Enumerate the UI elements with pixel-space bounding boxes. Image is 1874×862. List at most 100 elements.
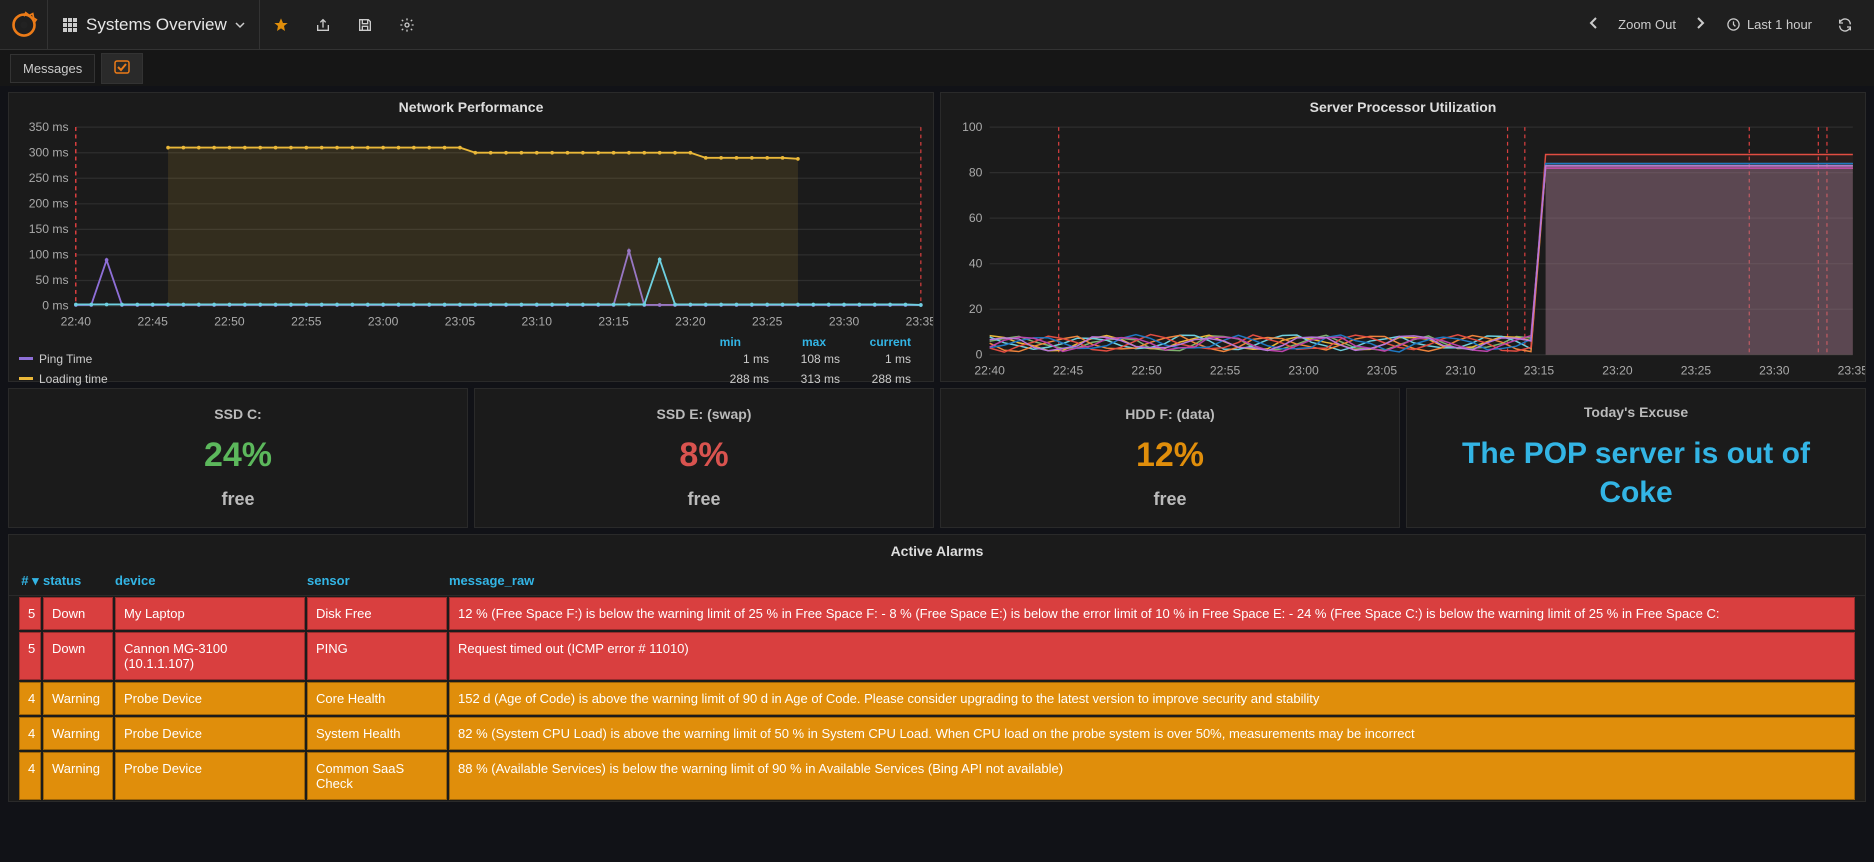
col-message[interactable]: message_raw [449, 573, 1855, 589]
alarm-priority: 5 [19, 632, 41, 680]
alarm-row[interactable]: 5 Down Cannon MG-3100 (10.1.1.107) PING … [9, 631, 1865, 681]
stat-title: HDD F: (data) [1125, 406, 1214, 422]
svg-text:150 ms: 150 ms [29, 222, 69, 236]
svg-text:23:00: 23:00 [368, 315, 399, 329]
svg-text:23:30: 23:30 [1759, 363, 1790, 377]
alarm-table-header: # ▾ status device sensor message_raw [9, 567, 1865, 596]
alarm-title: Active Alarms [9, 535, 1865, 567]
excuse-title: Today's Excuse [1584, 404, 1688, 420]
alarm-device: Probe Device [115, 752, 305, 800]
svg-text:23:20: 23:20 [675, 315, 706, 329]
svg-text:100 ms: 100 ms [29, 248, 69, 262]
stat-title: SSD E: (swap) [657, 406, 752, 422]
row-tabs: Messages [0, 50, 1874, 86]
alarm-status: Warning [43, 682, 113, 715]
settings-icon[interactable] [386, 0, 428, 50]
svg-text:300 ms: 300 ms [29, 145, 69, 159]
stat-panel[interactable]: SSD E: (swap) 8% free [474, 388, 934, 528]
col-device[interactable]: device [115, 573, 305, 589]
svg-text:60: 60 [969, 211, 983, 225]
alarm-sensor: System Health [307, 717, 447, 750]
alarm-sensor: Core Health [307, 682, 447, 715]
dashboard-title: Systems Overview [86, 15, 227, 35]
svg-text:100: 100 [962, 121, 982, 134]
alarm-status: Warning [43, 752, 113, 800]
checkbox-checked-icon [114, 60, 130, 74]
svg-text:23:05: 23:05 [445, 315, 476, 329]
alarm-sensor: Common SaaS Check [307, 752, 447, 800]
stat-panel[interactable]: HDD F: (data) 12% free [940, 388, 1400, 528]
svg-text:20: 20 [969, 302, 983, 316]
svg-text:22:40: 22:40 [61, 315, 92, 329]
alarm-sensor: Disk Free [307, 597, 447, 630]
grafana-logo[interactable] [0, 0, 48, 50]
alarm-message: 88 % (Available Services) is below the w… [449, 752, 1855, 800]
stat-panel[interactable]: SSD C: 24% free [8, 388, 468, 528]
alarm-priority: 4 [19, 682, 41, 715]
svg-text:23:15: 23:15 [1524, 363, 1555, 377]
svg-text:22:50: 22:50 [1131, 363, 1162, 377]
star-icon[interactable] [260, 0, 302, 50]
time-forward-button[interactable] [1686, 11, 1714, 38]
legend-item[interactable]: Loading time 288 ms313 ms288 ms [19, 369, 923, 389]
alarm-device: Probe Device [115, 717, 305, 750]
alarm-message: 82 % (System CPU Load) is above the warn… [449, 717, 1855, 750]
svg-text:23:30: 23:30 [829, 315, 860, 329]
share-icon[interactable] [302, 0, 344, 50]
svg-text:80: 80 [969, 165, 983, 179]
panel-active-alarms: Active Alarms # ▾ status device sensor m… [8, 534, 1866, 802]
svg-text:23:00: 23:00 [1288, 363, 1319, 377]
svg-text:23:25: 23:25 [752, 315, 783, 329]
col-sensor[interactable]: sensor [307, 573, 447, 589]
zoom-out-button[interactable]: Zoom Out [1610, 11, 1684, 38]
alarm-row[interactable]: 4 Warning Probe Device Common SaaS Check… [9, 751, 1865, 801]
stat-title: SSD C: [214, 406, 261, 422]
col-num[interactable]: # ▾ [19, 573, 41, 589]
time-range-picker[interactable]: Last 1 hour [1716, 17, 1822, 32]
stat-sub: free [1153, 489, 1186, 510]
svg-text:23:35: 23:35 [1838, 363, 1865, 377]
chart-body[interactable]: 02040608010022:4022:4522:5022:5523:0023:… [941, 121, 1865, 379]
stat-sub: free [221, 489, 254, 510]
time-back-button[interactable] [1580, 11, 1608, 38]
alarm-status: Warning [43, 717, 113, 750]
svg-text:23:10: 23:10 [1445, 363, 1476, 377]
svg-text:250 ms: 250 ms [29, 171, 69, 185]
svg-text:23:05: 23:05 [1367, 363, 1398, 377]
svg-text:23:15: 23:15 [598, 315, 629, 329]
alarm-message: Request timed out (ICMP error # 11010) [449, 632, 1855, 680]
col-status[interactable]: status [43, 573, 113, 589]
caret-down-icon [235, 20, 245, 30]
chart-body[interactable]: 0 ms50 ms100 ms150 ms200 ms250 ms300 ms3… [9, 121, 933, 331]
dashboard-picker[interactable]: Systems Overview [48, 0, 260, 50]
alarm-row[interactable]: 5 Down My Laptop Disk Free 12 % (Free Sp… [9, 596, 1865, 631]
alarm-status: Down [43, 597, 113, 630]
tab-messages[interactable]: Messages [10, 54, 95, 83]
save-icon[interactable] [344, 0, 386, 50]
refresh-icon[interactable] [1824, 0, 1866, 50]
svg-text:0 ms: 0 ms [42, 299, 68, 313]
stat-value: 24% [204, 436, 272, 475]
alarm-row[interactable]: 4 Warning Probe Device System Health 82 … [9, 716, 1865, 751]
chart-title: Server Processor Utilization [941, 93, 1865, 121]
svg-text:23:10: 23:10 [522, 315, 553, 329]
panel-network-performance[interactable]: Network Performance 0 ms50 ms100 ms150 m… [8, 92, 934, 382]
alarm-message: 12 % (Free Space F:) is below the warnin… [449, 597, 1855, 630]
tab-checked[interactable] [101, 53, 143, 84]
svg-text:50 ms: 50 ms [35, 273, 68, 287]
alarm-priority: 4 [19, 717, 41, 750]
alarm-priority: 5 [19, 597, 41, 630]
panel-excuse[interactable]: Today's Excuse The POP server is out of … [1406, 388, 1866, 528]
panel-cpu-utilization[interactable]: Server Processor Utilization 02040608010… [940, 92, 1866, 382]
alarm-row[interactable]: 4 Warning Probe Device Core Health 152 d… [9, 681, 1865, 716]
svg-text:200 ms: 200 ms [29, 196, 69, 210]
stat-value: 12% [1136, 436, 1204, 475]
alarm-device: Cannon MG-3100 (10.1.1.107) [115, 632, 305, 680]
top-bar: Systems Overview Zoom Out Last 1 hour [0, 0, 1874, 50]
alarm-status: Down [43, 632, 113, 680]
legend-item[interactable]: Ping Time 1 ms108 ms1 ms [19, 349, 923, 369]
svg-text:22:45: 22:45 [137, 315, 168, 329]
excuse-text: The POP server is out of Coke [1407, 434, 1865, 512]
alarm-device: My Laptop [115, 597, 305, 630]
svg-text:23:35: 23:35 [906, 315, 933, 329]
